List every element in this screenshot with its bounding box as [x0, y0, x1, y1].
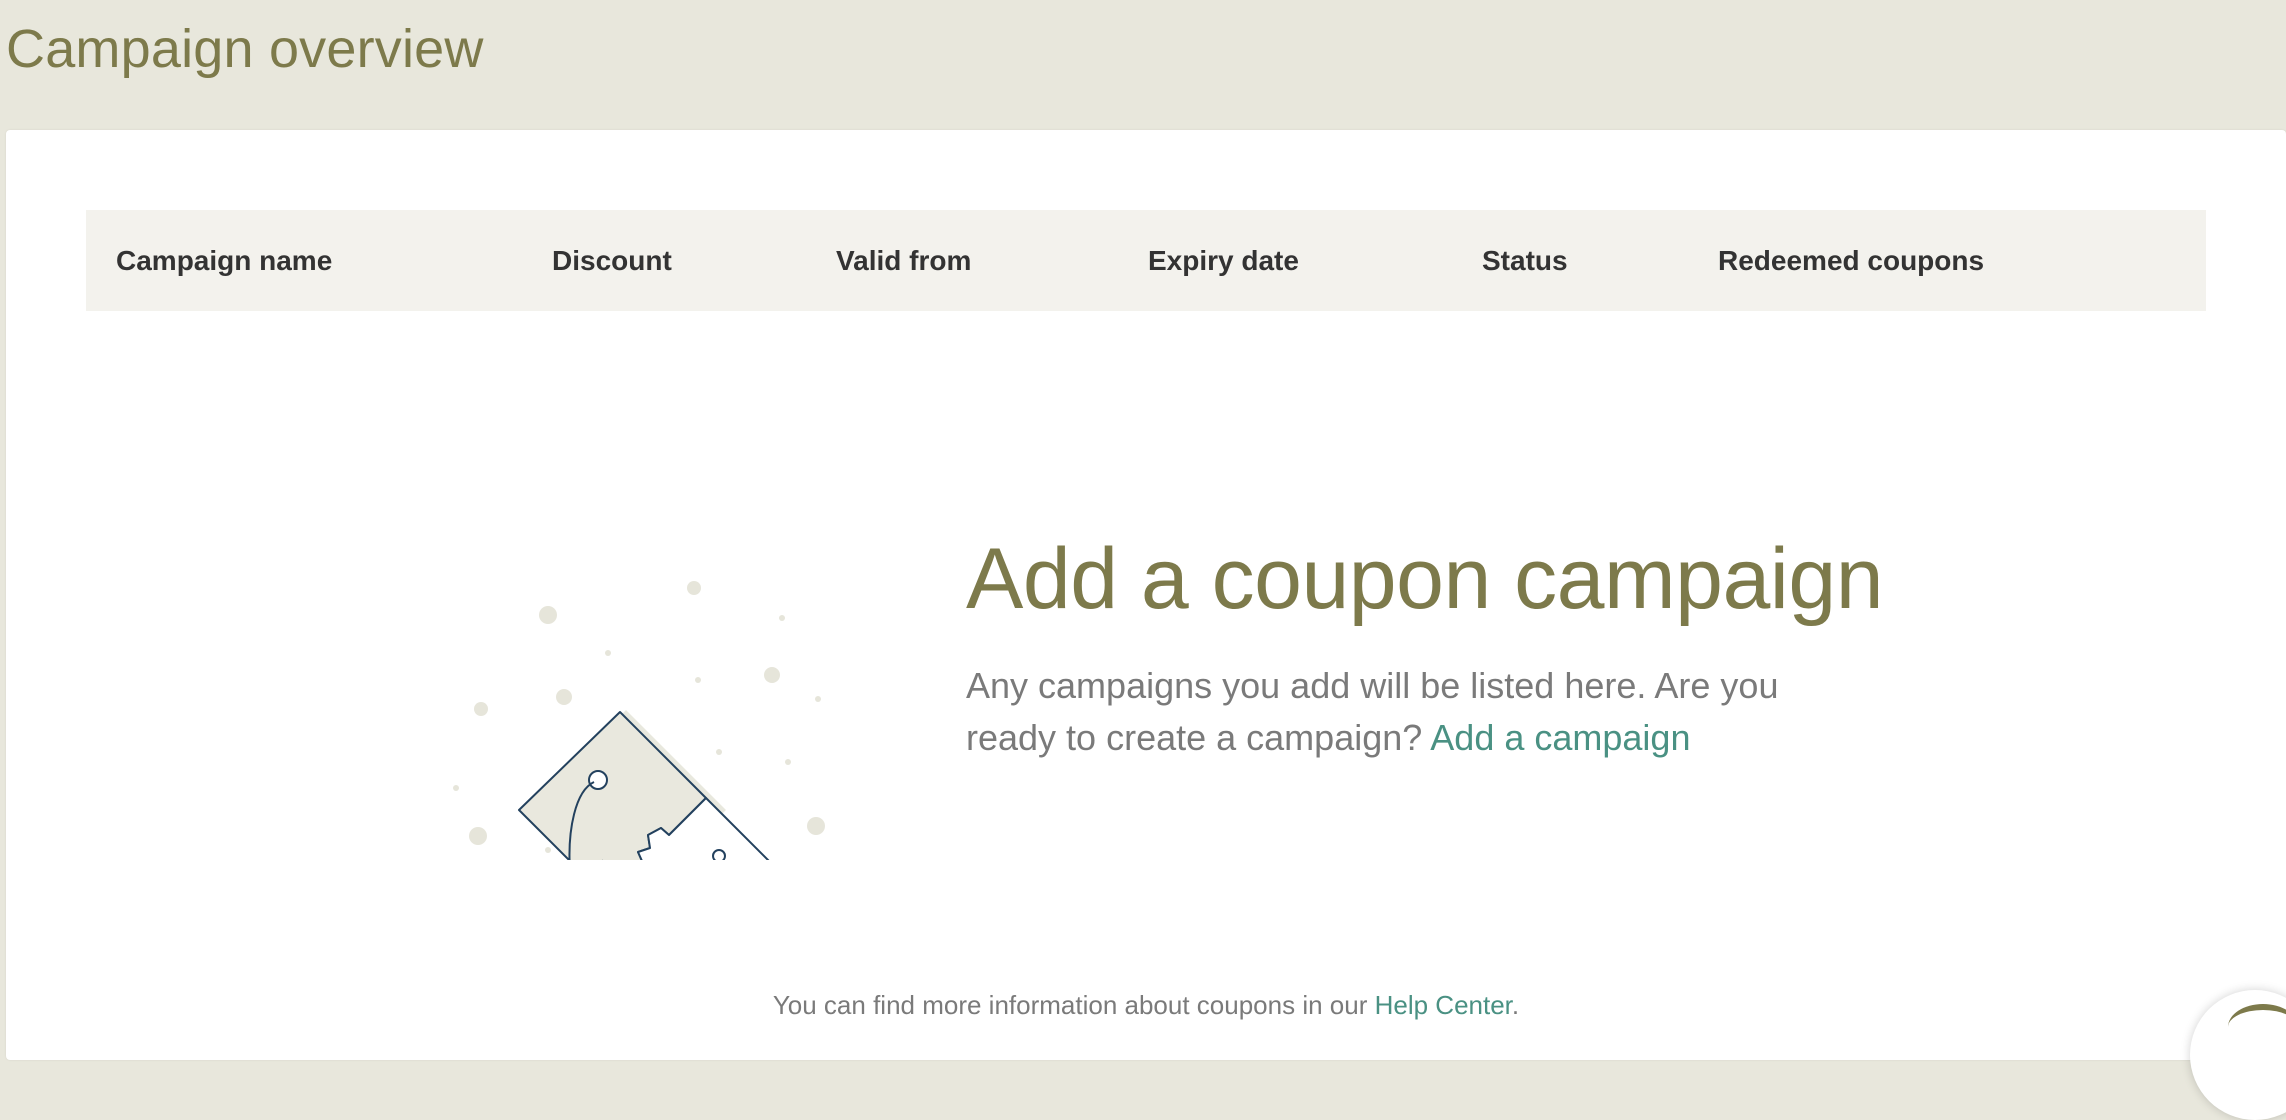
column-header-expiry-date[interactable]: Expiry date	[1148, 210, 1299, 311]
empty-state-heading: Add a coupon campaign	[966, 531, 1884, 627]
empty-state-text: Any campaigns you add will be listed her…	[966, 660, 1826, 764]
column-header-discount[interactable]: Discount	[552, 210, 672, 311]
column-header-campaign-name[interactable]: Campaign name	[116, 210, 332, 311]
page-title: Campaign overview	[6, 19, 484, 79]
column-header-valid-from[interactable]: Valid from	[836, 210, 971, 311]
column-header-status[interactable]: Status	[1482, 210, 1568, 311]
help-note-suffix: .	[1511, 990, 1520, 1020]
table-header: Campaign name Discount Valid from Expiry…	[86, 210, 2206, 311]
campaign-card: Campaign name Discount Valid from Expiry…	[6, 130, 2286, 1120]
help-center-link[interactable]: Help Center	[1375, 990, 1512, 1020]
help-note-text: You can find more information about coup…	[772, 990, 1368, 1020]
add-campaign-link[interactable]: Add a campaign	[1430, 717, 1690, 758]
column-header-redeemed-coupons[interactable]: Redeemed coupons	[1718, 210, 1984, 311]
help-note: You can find more information about coup…	[6, 990, 2286, 1021]
coupon-tag-icon	[436, 440, 856, 981]
